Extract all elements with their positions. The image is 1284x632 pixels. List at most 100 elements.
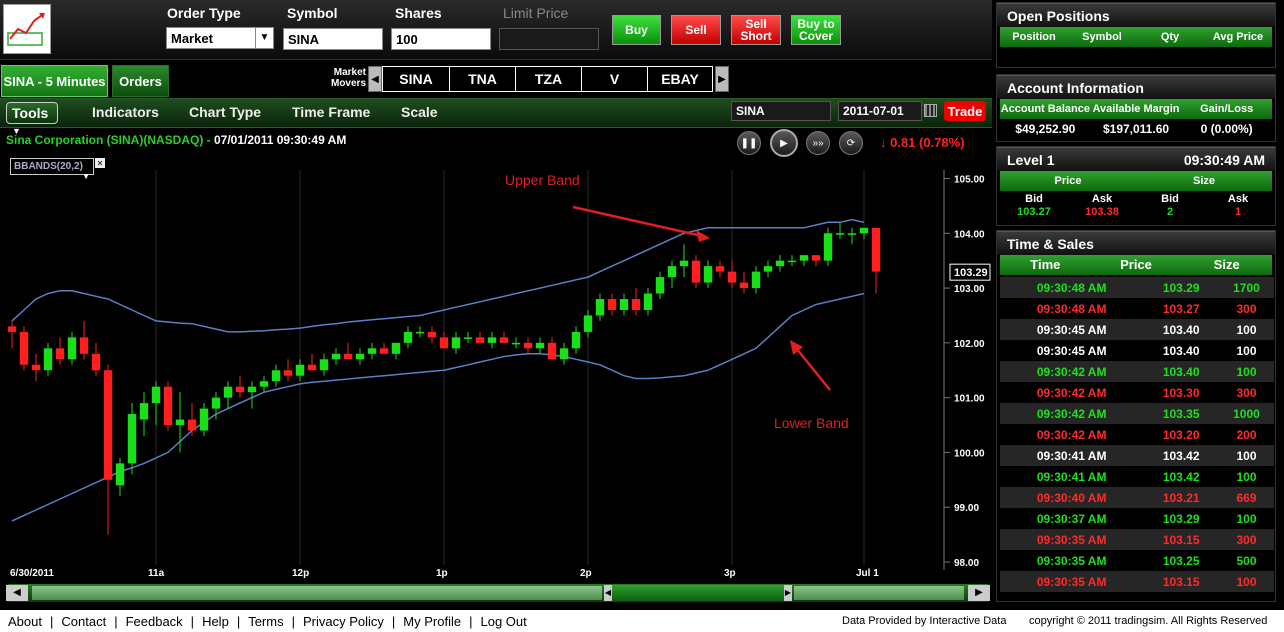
candle-body [739,282,749,289]
trade-button[interactable]: Trade [944,101,986,121]
last-price-label: 103.29 [954,267,988,279]
calendar-icon[interactable] [924,104,937,117]
close-icon[interactable]: ✕ [95,158,105,168]
time-frame-menu[interactable]: Time Frame [292,104,370,120]
level1-time: 09:30:49 AM [1183,152,1265,168]
group-price: Price [1054,175,1082,187]
buy-button[interactable]: Buy [612,15,661,45]
candle-body [619,299,629,310]
handle-right-icon[interactable]: ▶ [784,585,792,601]
x-tick-label: 2p [580,568,592,579]
candle-body [31,364,41,371]
chevron-down-icon[interactable]: ▼ [255,28,273,48]
x-tick-label: 3p [724,568,736,579]
footer-links: About | Contact | Feedback | Help | Terms | Privac… [8,614,527,629]
refresh-icon[interactable]: ⟳ [839,131,863,155]
footer-link-about[interactable]: About [8,614,42,629]
level1-title: Level 1 [1007,152,1055,168]
col-position: Position [1012,31,1056,43]
table-row: 09:30:45 AM 103.40 100 [1000,319,1274,340]
candle-body [43,348,53,371]
candle-body [823,233,833,261]
symbol-label: Symbol [287,5,338,21]
trade-price: 103.40 [1162,322,1200,337]
candle-body [811,255,821,261]
scale-menu[interactable]: Scale [401,104,438,120]
chart-scrollbar[interactable]: ◀ ◀ ▶ ▶ [6,584,990,602]
shares-input[interactable]: 100 [391,28,491,50]
chart-date-input[interactable]: 2011-07-01 [838,101,922,121]
scroll-right-icon[interactable]: ▶ [968,585,990,601]
play-icon[interactable]: ▶ [770,129,798,157]
chevron-down-icon: ▼ [82,172,90,181]
candle-body [343,353,353,360]
level1-panel: Level 1 09:30:49 AM Price Size Bid Ask Bi… [996,146,1276,226]
x-tick-label: 11a [148,568,165,579]
candle-body [103,370,113,480]
mover-v[interactable]: V [581,66,648,92]
candle-body [667,266,677,278]
footer-link-log-out[interactable]: Log Out [480,614,526,629]
indicators-menu[interactable]: Indicators [92,104,159,120]
col-symbol: Symbol [1082,31,1122,43]
mover-sina[interactable]: SINA [382,66,450,92]
table-row: 09:30:48 AM 103.27 300 [1000,298,1274,319]
scroll-left-icon[interactable]: ◀ [6,585,28,601]
account-balance-value: $49,252.90 [1015,122,1076,136]
symbol-input[interactable]: SINA [283,28,383,50]
bbands-indicator-select[interactable]: BBANDS(20,2) ▼ [10,158,94,181]
footer-link-help[interactable]: Help [202,614,229,629]
footer-link-terms[interactable]: Terms [248,614,283,629]
scroll-thumb[interactable] [612,585,784,601]
table-row: 09:30:42 AM 103.40 100 [1000,361,1274,382]
mover-ebay[interactable]: EBAY [647,66,713,92]
available-margin-value: $197,011.60 [1102,122,1170,136]
candle-body [691,260,701,283]
footer-link-contact[interactable]: Contact [61,614,106,629]
fast-forward-icon[interactable]: »» [806,131,830,155]
trade-size: 100 [1236,343,1257,358]
trade-price: 103.40 [1162,343,1200,358]
buy-to-cover-button[interactable]: Buy to Cover [791,15,841,45]
handle-left-icon[interactable]: ◀ [604,585,612,601]
table-row: 09:30:42 AM 103.35 1000 [1000,403,1274,424]
trade-time: 09:30:40 AM [1036,490,1107,505]
trade-time: 09:30:37 AM [1036,511,1107,526]
price-chart[interactable]: 105.00 104.00 103.00 102.00 101.00 100.00 99.0… [0,160,992,582]
trade-time: 09:30:42 AM [1036,427,1107,442]
candle-body [763,266,773,272]
order-type-label: Order Type [167,5,241,21]
trade-size: 100 [1236,322,1257,337]
candle-body [427,331,437,338]
col-ask-price: Ask [1091,193,1113,205]
mover-tza[interactable]: TZA [515,66,582,92]
trade-size: 300 [1236,385,1257,400]
sell-button[interactable]: Sell [671,15,721,45]
x-tick-label: 6/30/2011 [10,568,54,579]
footer-link-my-profile[interactable]: My Profile [403,614,461,629]
limit-price-input[interactable] [499,28,599,50]
tools-label: Tools [12,105,49,121]
scroll-track-right[interactable] [794,586,964,600]
pause-icon[interactable]: ❚❚ [737,131,761,155]
tools-menu-button[interactable]: Tools ▼ [6,102,58,136]
candle-body [247,386,257,393]
candle-body [7,326,17,332]
chart-symbol-input[interactable]: SINA [731,101,831,121]
candle-body [583,315,593,332]
movers-left-icon[interactable]: ◀ [368,66,382,92]
scroll-track-left[interactable] [32,586,602,600]
tab-sina-5-minutes[interactable]: SINA - 5 Minutes [1,65,108,97]
order-type-select[interactable]: Market ▼ [166,27,274,49]
trade-size: 500 [1236,553,1257,568]
chart-type-menu[interactable]: Chart Type [189,104,261,120]
indicator-label: BBANDS(20,2) [14,161,83,172]
footer-link-privacy-policy[interactable]: Privacy Policy [303,614,384,629]
tab-orders[interactable]: Orders [112,65,169,97]
separator: | [114,614,118,629]
order-bar [0,0,992,60]
footer-link-feedback[interactable]: Feedback [126,614,183,629]
movers-right-icon[interactable]: ▶ [715,66,729,92]
sell-short-button[interactable]: Sell Short [731,15,781,45]
mover-tna[interactable]: TNA [449,66,516,92]
